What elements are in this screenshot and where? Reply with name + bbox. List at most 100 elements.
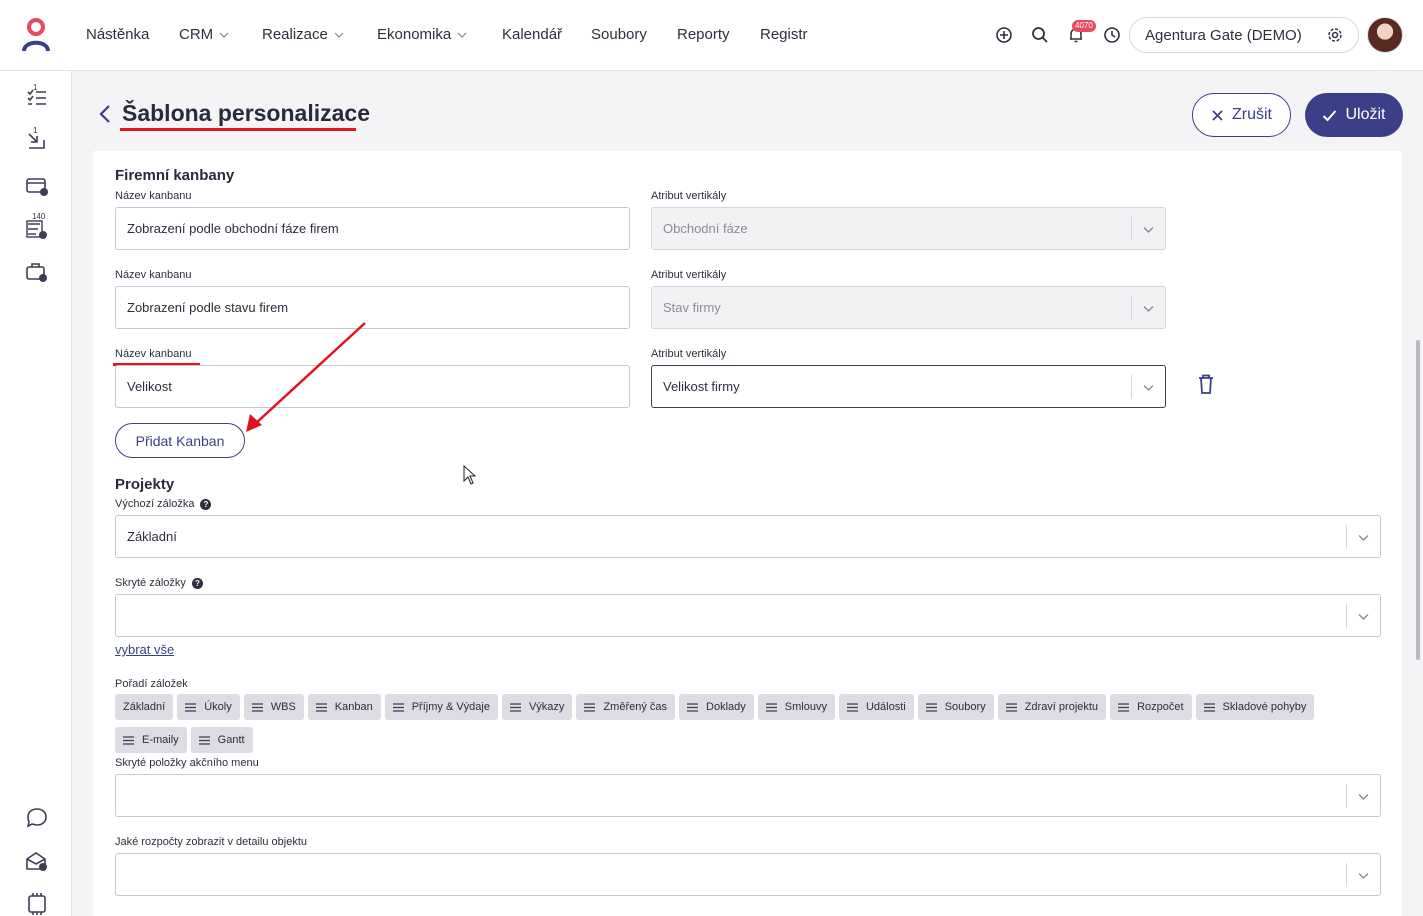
select-all-link[interactable]: vybrat vše xyxy=(115,642,174,657)
card-alert-icon[interactable] xyxy=(24,173,50,199)
drag-handle-icon[interactable] xyxy=(185,702,197,712)
drag-handle-icon[interactable] xyxy=(846,702,858,712)
kanbans-section-title: Firemní kanbany xyxy=(115,167,235,184)
help-icon[interactable]: ? xyxy=(191,577,203,589)
nav-item-kalendar[interactable]: Kalendář xyxy=(502,26,562,43)
budgets-select[interactable] xyxy=(115,853,1381,896)
annotation-underline xyxy=(120,128,356,131)
add-circle-icon[interactable] xyxy=(994,25,1014,45)
save-button[interactable]: Uložit xyxy=(1305,93,1403,137)
kanban-attr-select[interactable]: Obchodní fáze xyxy=(651,207,1166,250)
drag-handle-icon[interactable] xyxy=(925,702,937,712)
tab-order-label: Změřený čas xyxy=(603,701,668,713)
chevron-down-icon xyxy=(1358,535,1369,541)
history-icon[interactable] xyxy=(1102,25,1122,45)
select-value: Stav firmy xyxy=(663,300,721,315)
drag-handle-icon[interactable] xyxy=(392,702,404,712)
nav-item-reporty[interactable]: Reporty xyxy=(677,26,730,43)
hidden-actions-label: Skryté položky akčního menu xyxy=(115,757,259,769)
select-value: Obchodní fáze xyxy=(663,221,748,236)
tab-order-chip[interactable]: Skladové pohyby xyxy=(1195,694,1315,720)
select-divider xyxy=(1346,863,1347,887)
nav-item-nastenka[interactable]: Nástěnka xyxy=(86,26,149,43)
company-switcher[interactable]: Agentura Gate (DEMO) xyxy=(1129,17,1359,53)
chevron-down-icon xyxy=(1358,873,1369,879)
trash-icon[interactable] xyxy=(1196,373,1216,395)
kanban-name-input[interactable]: Zobrazení podle obchodní fáze firem xyxy=(115,207,630,250)
add-kanban-button[interactable]: Přidat Kanban xyxy=(115,423,245,458)
drag-handle-icon[interactable] xyxy=(687,702,699,712)
chevron-down-icon xyxy=(1143,385,1154,391)
chat-icon[interactable] xyxy=(24,805,50,831)
tab-order-chip[interactable]: Úkoly xyxy=(177,694,240,720)
briefcase-clock-icon[interactable] xyxy=(24,259,50,285)
nav-item-soubory[interactable]: Soubory xyxy=(591,26,647,43)
drag-handle-icon[interactable] xyxy=(509,702,521,712)
chevron-down-icon xyxy=(1358,614,1369,620)
tab-order-chip[interactable]: E-maily xyxy=(115,727,187,753)
tab-order-chip[interactable]: WBS xyxy=(243,694,304,720)
tab-order-label: Výkazy xyxy=(528,701,565,713)
page-header: Šablona personalizace xyxy=(96,100,370,127)
default-tab-select[interactable]: Základní xyxy=(115,515,1381,558)
tab-order-chip[interactable]: Výkazy xyxy=(501,694,573,720)
drag-handle-icon[interactable] xyxy=(1118,702,1130,712)
drag-handle-icon[interactable] xyxy=(315,702,327,712)
tab-order-label: Skladové pohyby xyxy=(1222,701,1307,713)
tab-order-chip[interactable]: Příjmy & Výdaje xyxy=(384,694,498,720)
tab-order-chip[interactable]: Gantt xyxy=(190,727,253,753)
scrollbar[interactable] xyxy=(1416,340,1420,660)
sidebar-badge: 1 xyxy=(33,126,38,135)
hidden-actions-select[interactable] xyxy=(115,774,1381,817)
tab-order-chip[interactable]: Kanban xyxy=(307,694,381,720)
nav-item-crm[interactable]: CRM xyxy=(179,26,229,43)
check-icon xyxy=(1323,109,1337,121)
drag-handle-icon[interactable] xyxy=(123,735,134,745)
nav-item-realizace[interactable]: Realizace xyxy=(262,26,344,43)
cancel-button[interactable]: Zrušit xyxy=(1192,93,1291,137)
tab-order-chip[interactable]: Soubory xyxy=(917,694,994,720)
select-value: Základní xyxy=(127,529,177,544)
tab-order-chip[interactable]: Základní xyxy=(115,694,174,720)
drag-handle-icon[interactable] xyxy=(251,702,263,712)
tab-order-chip[interactable]: Smlouvy xyxy=(757,694,835,720)
tab-order-chip[interactable]: Změřený čas xyxy=(576,694,676,720)
drag-handle-icon[interactable] xyxy=(584,702,596,712)
nav-label: Soubory xyxy=(591,26,647,43)
hidden-tabs-select[interactable] xyxy=(115,594,1381,637)
select-divider xyxy=(1346,525,1347,549)
cancel-label: Zrušit xyxy=(1232,106,1272,123)
search-icon[interactable] xyxy=(1030,25,1050,45)
kanban-name-input[interactable]: Velikost xyxy=(115,365,630,408)
drag-handle-icon[interactable] xyxy=(1005,702,1017,712)
nav-item-ekonomika[interactable]: Ekonomika xyxy=(377,26,467,43)
back-arrow-icon[interactable] xyxy=(96,103,114,125)
gear-icon[interactable] xyxy=(1326,26,1344,44)
mail-settings-icon[interactable] xyxy=(24,848,50,874)
chevron-down-icon xyxy=(334,32,344,38)
chevron-down-icon xyxy=(1143,227,1154,233)
projects-section-title: Projekty xyxy=(115,476,175,493)
drag-handle-icon[interactable] xyxy=(198,735,210,745)
ai-chip-icon[interactable] xyxy=(24,891,50,916)
chevron-down-icon xyxy=(1143,306,1154,312)
kanban-name-label: Název kanbanu xyxy=(115,348,192,360)
tab-order-chip[interactable]: Rozpočet xyxy=(1110,694,1192,720)
kanban-attr-select[interactable]: Velikost firmy xyxy=(651,365,1166,408)
notification-badge: 4070 xyxy=(1072,20,1096,32)
app-logo[interactable] xyxy=(22,18,50,52)
tab-order-chip[interactable]: Zdraví projektu xyxy=(997,694,1107,720)
drag-handle-icon[interactable] xyxy=(765,702,777,712)
nav-label: Ekonomika xyxy=(377,26,452,43)
tab-order-chip[interactable]: Události xyxy=(838,694,914,720)
tab-order-label: Gantt xyxy=(217,734,245,746)
kanban-name-input[interactable]: Zobrazení podle stavu firem xyxy=(115,286,630,329)
nav-item-registr[interactable]: Registr xyxy=(760,26,808,43)
drag-handle-icon[interactable] xyxy=(1203,702,1215,712)
help-icon[interactable]: ? xyxy=(200,498,212,510)
tab-order-chip[interactable]: Doklady xyxy=(679,694,754,720)
kanban-name-label: Název kanbanu xyxy=(115,269,192,281)
nav-label: Nástěnka xyxy=(86,26,150,43)
kanban-attr-select[interactable]: Stav firmy xyxy=(651,286,1166,329)
user-avatar[interactable] xyxy=(1367,17,1403,53)
